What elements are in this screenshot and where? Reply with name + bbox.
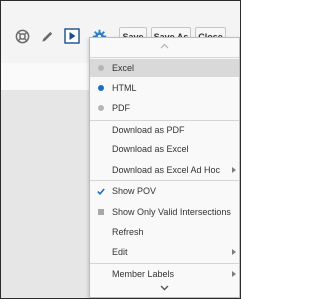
menu-item-download-excel[interactable]: Download as Excel	[90, 140, 239, 158]
menu-item-label: Show POV	[112, 186, 157, 196]
menu-item-pdf[interactable]: PDF	[90, 99, 239, 117]
menu-item-edit[interactable]: Edit	[90, 243, 239, 261]
options-menu: Excel HTML PDF Download as PDF Download …	[89, 37, 240, 298]
menu-item-label: Member Labels	[112, 269, 175, 279]
menu-item-label: HTML	[112, 83, 137, 93]
menu-divider	[90, 263, 239, 264]
menu-item-label: Edit	[112, 247, 128, 257]
menu-item-download-excel-ad-hoc[interactable]: Download as Excel Ad Hoc	[90, 161, 239, 179]
submenu-arrow-icon	[232, 271, 236, 277]
lifebuoy-icon[interactable]	[14, 28, 30, 44]
menu-item-download-pdf[interactable]: Download as PDF	[90, 121, 239, 139]
menu-item-show-pov[interactable]: Show POV	[90, 182, 239, 200]
menu-item-label: Download as Excel	[112, 144, 189, 154]
menu-item-show-only-valid-intersections[interactable]: Show Only Valid Intersections	[90, 203, 239, 221]
scroll-up-icon[interactable]	[90, 43, 239, 49]
menu-item-label: PDF	[112, 103, 130, 113]
radio-dot-icon	[97, 84, 105, 92]
submenu-arrow-icon	[232, 167, 236, 173]
menu-item-label: Show Only Valid Intersections	[112, 207, 231, 217]
pencil-icon[interactable]	[39, 28, 55, 44]
menu-item-label: Download as PDF	[112, 125, 185, 135]
menu-item-member-labels[interactable]: Member Labels	[90, 265, 239, 283]
content-header	[1, 63, 90, 90]
radio-dot-icon	[97, 64, 105, 72]
checkmark-icon	[97, 187, 105, 195]
scroll-down-icon[interactable]	[90, 285, 239, 291]
radio-dot-icon	[97, 104, 105, 112]
submenu-arrow-icon	[232, 249, 236, 255]
menu-item-label: Excel	[112, 63, 135, 73]
content-area	[1, 90, 90, 298]
square-marker-icon	[97, 208, 105, 216]
menu-item-html[interactable]: HTML	[90, 79, 239, 97]
menu-divider	[90, 57, 239, 58]
play-icon[interactable]	[64, 28, 80, 44]
menu-item-label: Refresh	[112, 227, 144, 237]
menu-item-refresh[interactable]: Refresh	[90, 223, 239, 241]
menu-item-excel[interactable]: Excel	[90, 59, 239, 77]
menu-divider	[90, 180, 239, 181]
menu-item-label: Download as Excel Ad Hoc	[112, 165, 221, 175]
